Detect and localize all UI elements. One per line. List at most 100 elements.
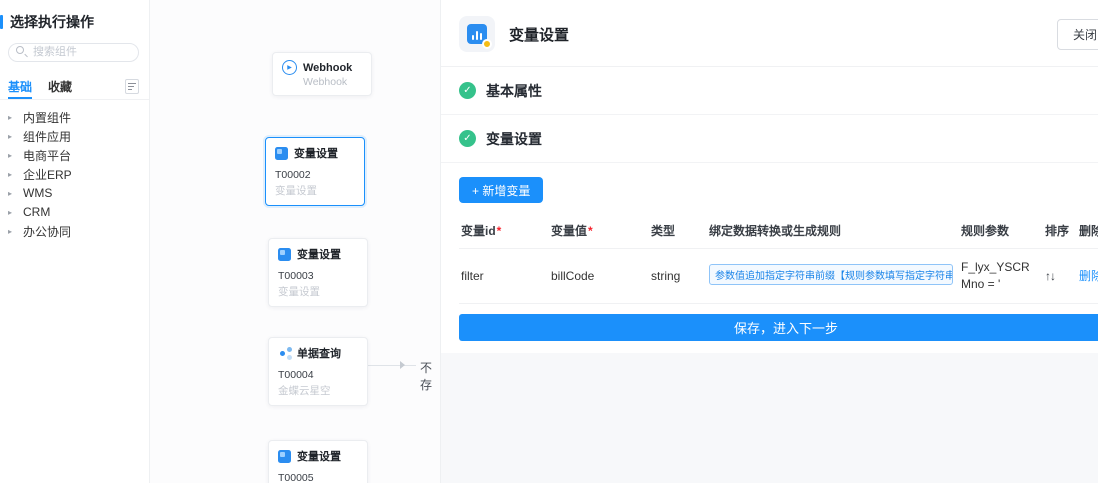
section-variable-settings[interactable]: ✓ 变量设置 › (441, 115, 1098, 163)
sidebar-title-text: 选择执行操作 (10, 14, 94, 30)
webhook-play-icon: ▶ (282, 60, 297, 75)
workflow-canvas: 不存 存在数据时 ▶ Webhook Webhook 变量设置 T00002 变… (150, 0, 440, 483)
cell-variable-id: filter (459, 248, 549, 304)
variable-settings-icon (275, 146, 288, 160)
required-mark: * (496, 224, 502, 238)
search-input[interactable] (8, 42, 139, 62)
cell-rule-params: F_lyx_YSCRMno = ' (959, 248, 1043, 304)
category-list: ▸ 内置组件 ▸ 组件应用 ▸ 电商平台 ▸ 企业ERP ▸ WMS ▸ CRM… (0, 100, 149, 241)
search-icon (16, 46, 24, 54)
col-sort: 排序 (1043, 215, 1077, 249)
node-webhook[interactable]: ▶ Webhook Webhook (272, 52, 372, 96)
node-variable-t00002[interactable]: 变量设置 T00002 变量设置 (265, 137, 365, 206)
document-query-icon (280, 350, 285, 356)
caret-right-icon: ▸ (8, 226, 13, 236)
section-label: 变量设置 (486, 130, 542, 147)
cell-rule: 参数值追加指定字符串前缀【规则参数填写指定字符串】 (707, 248, 959, 304)
cell-type: string (649, 248, 707, 304)
arrowhead-right-icon (400, 361, 405, 369)
node-variable-t00003[interactable]: 变量设置 T00003 变量设置 (268, 238, 368, 307)
variables-table: 变量id* 变量值* 类型 绑定数据转换或生成规则 规则参数 排序 删除 fil… (459, 215, 1098, 304)
col-rule: 绑定数据转换或生成规则 (707, 215, 959, 249)
component-sidebar: 选择执行操作 基础 收藏 ▸ 内置组件 ▸ 组件应用 ▸ 电商平台 ▸ 企业ER… (0, 0, 150, 483)
table-header-row: 变量id* 变量值* 类型 绑定数据转换或生成规则 规则参数 排序 删除 (459, 215, 1098, 249)
table-row: filter billCode string 参数值追加指定字符串前缀【规则参数… (459, 248, 1098, 304)
delete-row-link[interactable]: 删除 (1079, 269, 1098, 283)
collapse-list-icon[interactable] (125, 78, 139, 94)
category-label: 内置组件 (23, 110, 72, 125)
node-subtitle: 变量设置 (275, 185, 317, 197)
caret-right-icon: ▸ (8, 188, 13, 198)
sidebar-item-erp[interactable]: ▸ 企业ERP (8, 165, 149, 184)
sidebar-tabs: 基础 收藏 (0, 74, 149, 100)
cell-variable-value: billCode (549, 248, 649, 304)
close-button[interactable]: 关闭 (1056, 18, 1098, 50)
app-window: 选择执行操作 基础 收藏 ▸ 内置组件 ▸ 组件应用 ▸ 电商平台 ▸ 企业ER… (0, 0, 1098, 483)
category-label: CRM (23, 205, 51, 219)
node-variable-t00005[interactable]: 变量设置 T00005 变量设置 (268, 440, 368, 483)
required-mark: * (588, 224, 593, 238)
caret-right-icon: ▸ (8, 169, 13, 179)
tab-favorites[interactable]: 收藏 (48, 74, 72, 99)
sidebar-item-wms[interactable]: ▸ WMS (8, 184, 149, 203)
category-label: 办公协同 (23, 224, 72, 239)
node-title: Webhook (303, 61, 353, 74)
title-accent-bar (0, 15, 3, 29)
panel-title: 变量设置 (509, 26, 570, 44)
rule-chip[interactable]: 参数值追加指定字符串前缀【规则参数填写指定字符串】 (709, 263, 953, 285)
branch-line (368, 365, 422, 366)
node-query-t00004[interactable]: 单据查询 T00004 金蝶云星空 (268, 337, 368, 406)
caret-right-icon: ▸ (8, 207, 13, 217)
panel-header: 变量设置 关闭 (441, 0, 1098, 67)
variable-settings-icon (278, 247, 291, 261)
category-label: WMS (23, 186, 53, 200)
branch-label-not-exists: 不存 (416, 359, 440, 393)
variable-settings-body: + 新增变量 变量id* 变量值* 类型 绑定数据转换或生成规则 规则参数 排序… (441, 163, 1098, 341)
section-label: 基本属性 (486, 82, 542, 99)
caret-right-icon: ▸ (8, 150, 13, 160)
sidebar-item-builtin[interactable]: ▸ 内置组件 (8, 108, 149, 127)
node-subtitle: Webhook (303, 76, 348, 88)
node-code: T00005 (278, 472, 314, 483)
category-label: 电商平台 (23, 148, 72, 163)
save-next-button[interactable]: 保存，进入下一步 (459, 313, 1098, 341)
node-title: 单据查询 (297, 348, 341, 360)
sidebar-item-crm[interactable]: ▸ CRM (8, 203, 149, 222)
node-subtitle: 金蝶云星空 (278, 385, 331, 397)
node-code: T00004 (278, 369, 314, 381)
caret-right-icon: ▸ (8, 112, 13, 122)
component-search (8, 42, 139, 62)
sidebar-item-ecommerce[interactable]: ▸ 电商平台 (8, 146, 149, 165)
sidebar-item-office[interactable]: ▸ 办公协同 (8, 222, 149, 241)
tab-basic[interactable]: 基础 (8, 74, 33, 99)
category-label: 组件应用 (23, 129, 72, 144)
col-type: 类型 (649, 215, 707, 249)
variable-settings-icon (278, 449, 291, 463)
section-basic-properties[interactable]: ✓ 基本属性 › (441, 67, 1098, 115)
variable-settings-app-icon (459, 16, 495, 52)
cell-sort: ↑↓ (1043, 248, 1077, 304)
col-variable-value: 变量值* (549, 215, 649, 249)
node-code: T00002 (275, 169, 311, 181)
panel-background-filler (441, 352, 1098, 483)
branch-label-exists: 存在数据时 (439, 410, 440, 483)
node-code: T00003 (278, 270, 314, 282)
col-delete: 删除 (1077, 215, 1098, 249)
node-subtitle: 变量设置 (278, 286, 320, 298)
node-title: 变量设置 (297, 451, 341, 463)
yellow-badge-icon (482, 39, 492, 49)
check-circle-icon: ✓ (459, 82, 476, 99)
category-label: 企业ERP (23, 167, 72, 182)
cell-delete: 删除 (1077, 248, 1098, 304)
sidebar-item-component-app[interactable]: ▸ 组件应用 (8, 127, 149, 146)
config-panel: 变量设置 关闭 ✓ 基本属性 › ✓ 变量设置 › + 新增变量 变量id* (440, 0, 1098, 483)
col-variable-id: 变量id* (459, 215, 549, 249)
check-circle-icon: ✓ (459, 130, 476, 147)
sidebar-title: 选择执行操作 (0, 12, 139, 32)
add-variable-button[interactable]: + 新增变量 (459, 177, 544, 203)
caret-right-icon: ▸ (8, 131, 13, 141)
node-title: 变量设置 (294, 148, 338, 160)
sort-arrows-icon[interactable]: ↑↓ (1045, 269, 1056, 283)
node-title: 变量设置 (297, 249, 341, 261)
col-rule-params: 规则参数 (959, 215, 1043, 249)
